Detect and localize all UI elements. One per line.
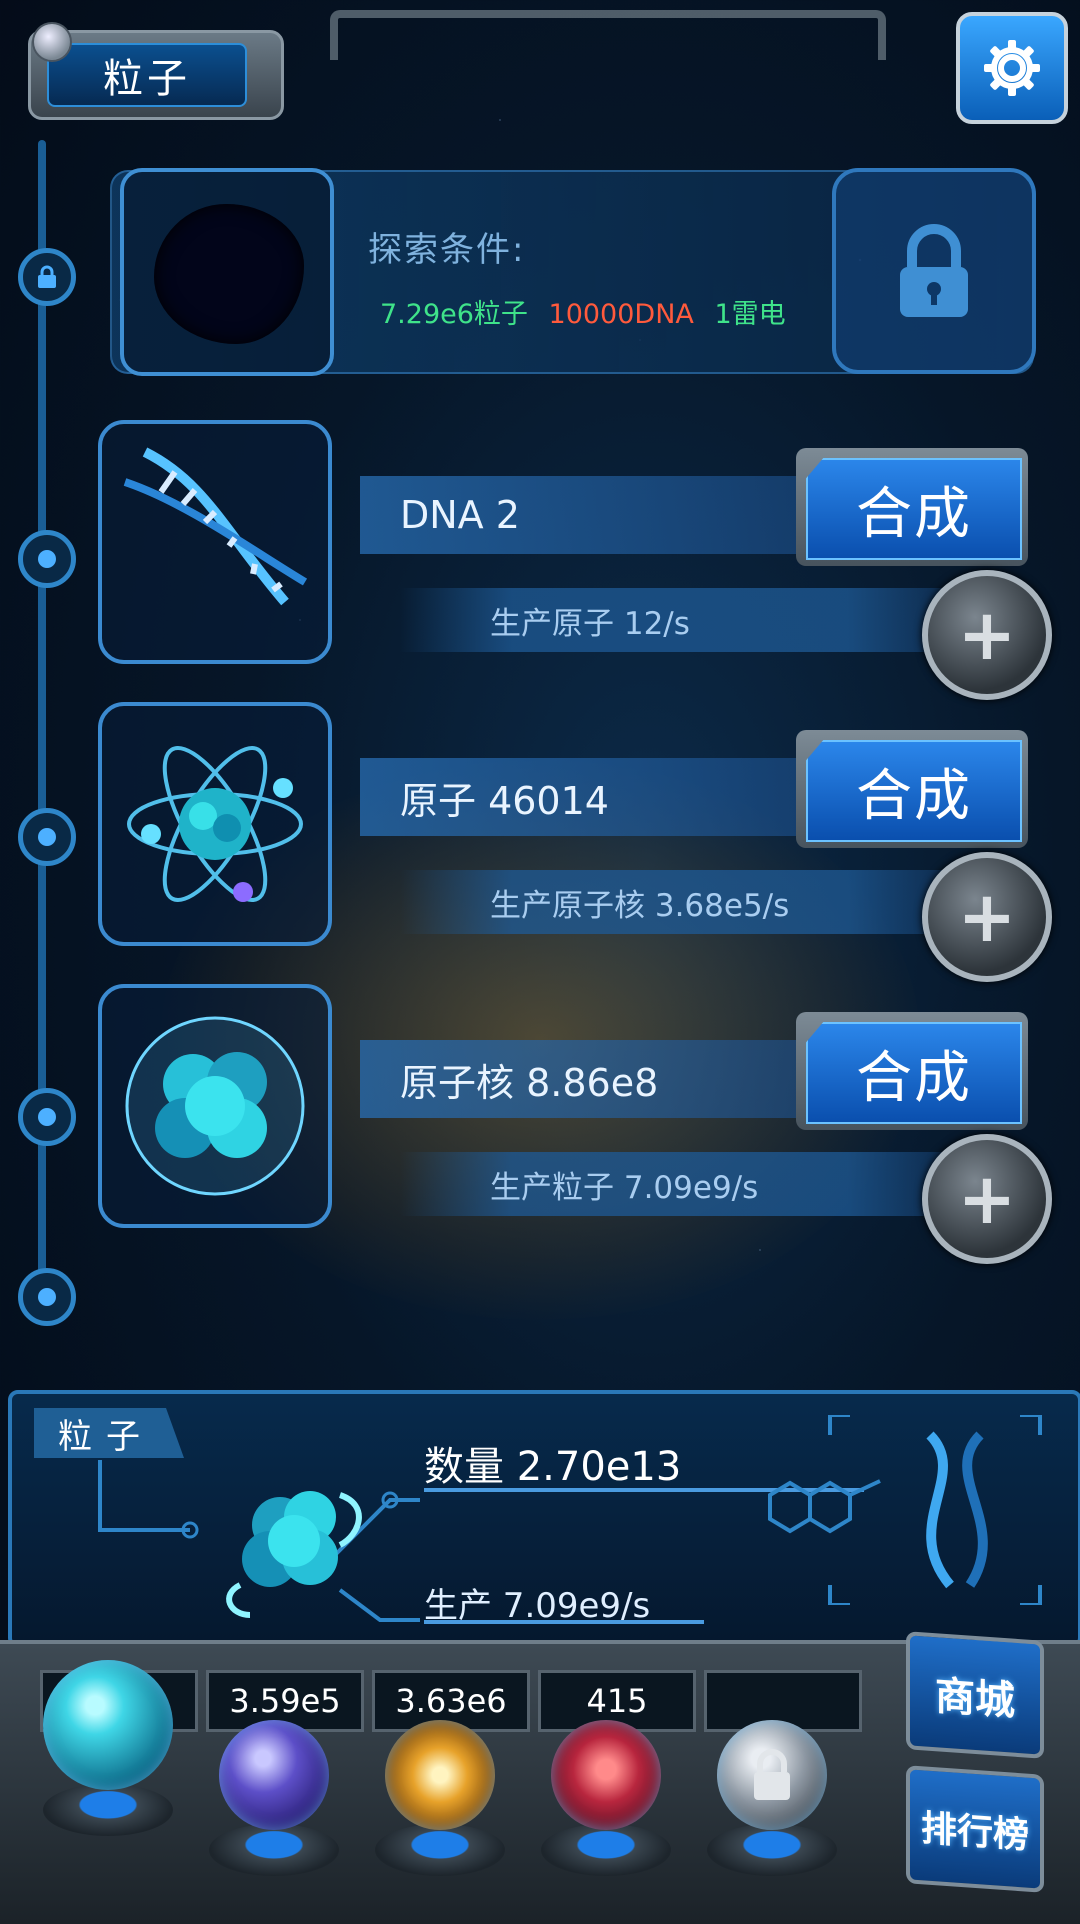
pedestal [375, 1824, 505, 1876]
plus-icon: + [957, 594, 1017, 676]
plus-icon: + [957, 1158, 1017, 1240]
nucleus-thumbnail[interactable] [98, 984, 332, 1228]
unknown-item-frame [120, 168, 334, 376]
black-hole-icon [154, 204, 304, 344]
brain-orb-icon [551, 1720, 661, 1830]
rail-node-lock [18, 248, 76, 306]
atom-thumbnail[interactable] [98, 702, 332, 946]
screw-icon [32, 22, 72, 62]
synthesize-label: 合成 [806, 740, 1022, 842]
requirement-particles: 7.29e6粒子 [380, 299, 528, 330]
lock-icon [900, 224, 968, 317]
upgrade-button-dna[interactable]: + [922, 570, 1052, 700]
locked-orb-icon [717, 1720, 827, 1830]
synthesize-label: 合成 [806, 1022, 1022, 1124]
leaderboard-label: 排行榜 [920, 1808, 1029, 1857]
requirement-dna: 10000DNA [548, 299, 694, 330]
dna-icon [123, 447, 308, 606]
particle-cluster-icon [226, 1491, 362, 1618]
rail-node [18, 1088, 76, 1146]
leaderboard-button[interactable]: 排行榜 [906, 1765, 1044, 1893]
orb-locked[interactable] [702, 1720, 842, 1910]
synthesize-button-nucleus[interactable]: 合成 [796, 1012, 1028, 1130]
dna-thumbnail[interactable] [98, 420, 332, 664]
requirement-lightning: 1雷电 [714, 299, 786, 330]
page-title: 粒子 [47, 43, 247, 107]
lightning-orb-icon [219, 1720, 329, 1830]
rail-node-end [18, 1268, 76, 1326]
explore-requirements: 7.29e6粒子 10000DNA 1雷电 [380, 292, 798, 331]
settings-button[interactable] [956, 12, 1068, 124]
shop-button[interactable]: 商城 [906, 1631, 1044, 1759]
orb-particles[interactable] [38, 1660, 178, 1850]
lock-icon [38, 265, 56, 288]
rail-node [18, 808, 76, 866]
synthesize-button-atom[interactable]: 合成 [796, 730, 1028, 848]
item-production-atom: 生产原子核 3.68e5/s [400, 870, 960, 934]
orb-brain[interactable] [536, 1720, 676, 1910]
item-production-nucleus: 生产粒子 7.09e9/s [400, 1152, 960, 1216]
lock-icon [754, 1749, 790, 1800]
rail-node [18, 530, 76, 588]
explore-condition-label: 探索条件: [368, 230, 526, 270]
plus-icon: + [957, 876, 1017, 958]
synthesize-label: 合成 [806, 458, 1022, 560]
molecule-dna-decoration-icon [768, 1415, 1042, 1605]
shop-label: 商城 [935, 1673, 1015, 1725]
pedestal [707, 1824, 837, 1876]
pedestal [43, 1784, 173, 1836]
top-frame [330, 10, 886, 60]
upgrade-button-nucleus[interactable]: + [922, 1134, 1052, 1264]
pedestal [209, 1824, 339, 1876]
pedestal [541, 1824, 671, 1876]
synthesize-button-dna[interactable]: 合成 [796, 448, 1028, 566]
nebula-orb-icon [385, 1720, 495, 1830]
upgrade-button-atom[interactable]: + [922, 852, 1052, 982]
gear-icon [984, 40, 1040, 96]
particle-orb-icon [43, 1660, 173, 1790]
nucleus-icon [125, 1016, 305, 1196]
item-production-dna: 生产原子 12/s [400, 588, 960, 652]
orb-nebula[interactable] [370, 1720, 510, 1910]
orb-lightning[interactable] [204, 1720, 344, 1910]
atom-icon [127, 746, 303, 902]
explore-lock-button[interactable] [832, 168, 1036, 374]
production-underline [424, 1620, 704, 1624]
particle-quantity: 数量 2.70e13 [424, 1444, 682, 1490]
info-tag: 粒子 [34, 1408, 184, 1458]
